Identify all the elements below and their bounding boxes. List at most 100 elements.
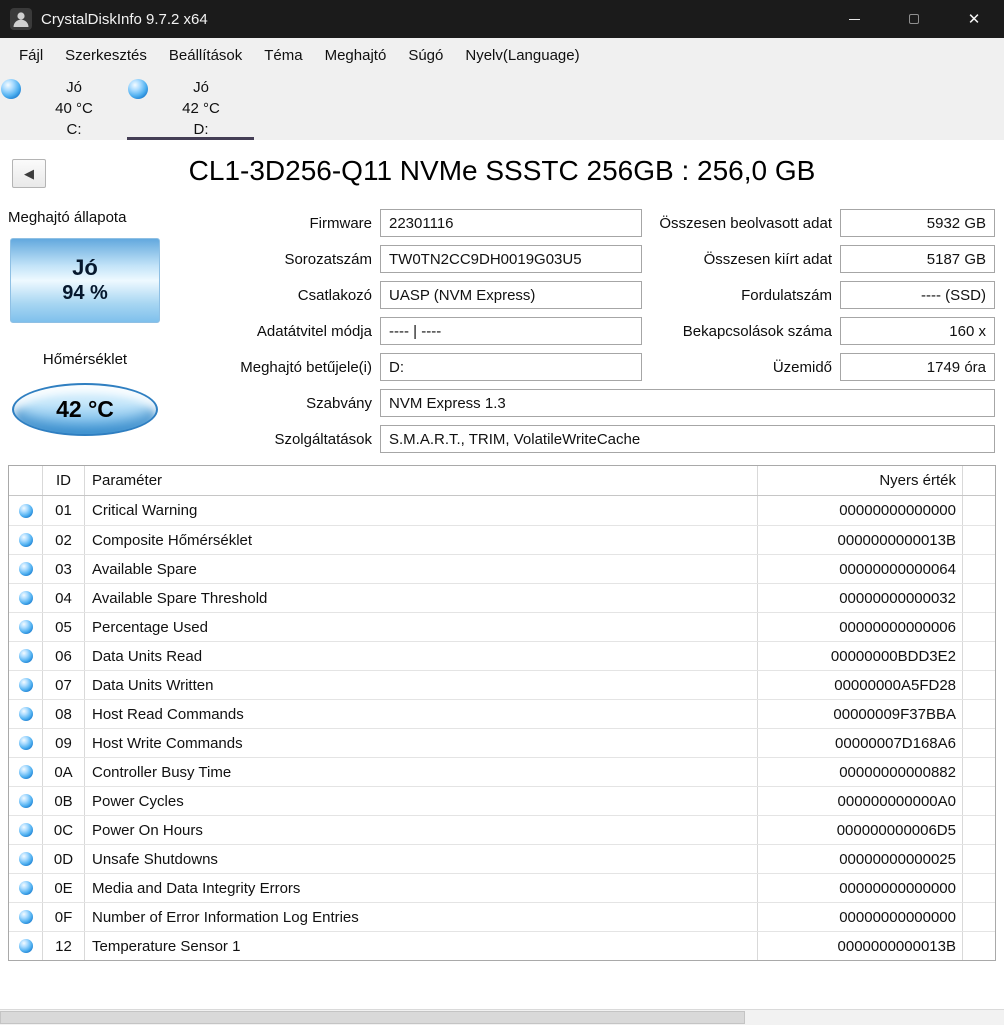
smart-table-body: 01 Critical Warning 00000000000000 02 Compos… <box>9 496 995 960</box>
close-icon: ✕ <box>967 11 981 28</box>
smart-tail-cell <box>963 700 995 728</box>
header-raw-value[interactable]: Nyers érték <box>758 466 963 495</box>
info-label-right-3: Bekapcsolások száma <box>682 322 832 340</box>
smart-id: 0F <box>43 903 85 931</box>
menu-item-1[interactable]: Fájl <box>8 38 54 72</box>
smart-id: 0A <box>43 758 85 786</box>
temperature-display: 42 °C <box>12 383 158 436</box>
smart-table-row-02[interactable]: 02 Composite Hőmérséklet 0000000000013B <box>9 525 995 554</box>
smart-table-row-08[interactable]: 08 Host Read Commands 00000009F37BBA <box>9 699 995 728</box>
good-status-icon <box>18 503 33 518</box>
smart-status-cell <box>9 845 43 873</box>
back-button[interactable]: ◀ <box>12 159 46 188</box>
info-value-right-3: 160 x <box>840 317 995 345</box>
smart-table-row-0B[interactable]: 0B Power Cycles 000000000000A0 <box>9 786 995 815</box>
smart-raw-value: 00000000000064 <box>758 555 963 583</box>
smart-status-cell <box>9 932 43 960</box>
drive-tab-text: Jó 40 °C C: <box>21 77 127 140</box>
drive-info-section: Meghajtó állapota Jó 94 % Hőmérséklet 42… <box>0 205 1004 459</box>
smart-table-row-09[interactable]: 09 Host Write Commands 00000007D168A6 <box>9 728 995 757</box>
title-bar: CrystalDiskInfo 9.7.2 x64 ✕ <box>0 0 1004 38</box>
smart-raw-value: 00000000A5FD28 <box>758 671 963 699</box>
smart-table-row-0D[interactable]: 0D Unsafe Shutdowns 00000000000025 <box>9 844 995 873</box>
smart-table-row-0F[interactable]: 0F Number of Error Information Log Entrie… <box>9 902 995 931</box>
smart-table-row-06[interactable]: 06 Data Units Read 00000000BDD3E2 <box>9 641 995 670</box>
smart-table-row-07[interactable]: 07 Data Units Written 00000000A5FD28 <box>9 670 995 699</box>
smart-id: 02 <box>43 526 85 554</box>
smart-parameter: Number of Error Information Log Entries <box>85 903 758 931</box>
smart-id: 0C <box>43 816 85 844</box>
drive-tab-temp: 42 °C <box>182 100 220 117</box>
drive-header: ◀ CL1-3D256-Q11 NVMe SSSTC 256GB : 256,0… <box>0 140 1004 205</box>
window-title: CrystalDiskInfo 9.7.2 x64 <box>41 10 208 28</box>
good-status-icon <box>18 852 33 866</box>
smart-table-row-03[interactable]: 03 Available Spare 00000000000064 <box>9 554 995 583</box>
menu-item-6[interactable]: Súgó <box>397 38 454 72</box>
info-label-left-0: Firmware <box>309 214 373 232</box>
smart-parameter: Available Spare Threshold <box>85 584 758 612</box>
smart-parameter: Media and Data Integrity Errors <box>85 874 758 902</box>
smart-table-row-04[interactable]: 04 Available Spare Threshold 0000000000003… <box>9 583 995 612</box>
menu-item-5[interactable]: Meghajtó <box>314 38 398 72</box>
menu-item-7[interactable]: Nyelv(Language) <box>454 38 590 72</box>
horizontal-scrollbar-thumb[interactable] <box>0 1011 745 1024</box>
menu-item-3[interactable]: Beállítások <box>158 38 253 72</box>
smart-tail-cell <box>963 903 995 931</box>
horizontal-scrollbar[interactable] <box>0 1009 1004 1025</box>
smart-raw-value: 000000000006D5 <box>758 816 963 844</box>
smart-table-row-0A[interactable]: 0A Controller Busy Time 00000000000882 <box>9 757 995 786</box>
smart-table-row-0E[interactable]: 0E Media and Data Integrity Errors 0000000… <box>9 873 995 902</box>
smart-raw-value: 00000000000000 <box>758 496 963 525</box>
info-label-left-4: Meghajtó betűjele(i) <box>240 358 372 376</box>
health-status-box[interactable]: Jó 94 % <box>10 238 160 323</box>
drive-good-status-icon <box>128 79 148 99</box>
smart-table-row-01[interactable]: 01 Critical Warning 00000000000000 <box>9 496 995 525</box>
smart-raw-value: 00000000BDD3E2 <box>758 642 963 670</box>
smart-tail-cell <box>963 555 995 583</box>
smart-raw-value: 00000000000025 <box>758 845 963 873</box>
smart-tail-cell <box>963 671 995 699</box>
smart-table-row-0C[interactable]: 0C Power On Hours 000000000006D5 <box>9 815 995 844</box>
smart-table-row-05[interactable]: 05 Percentage Used 00000000000006 <box>9 612 995 641</box>
good-status-icon <box>18 620 33 634</box>
menu-item-2[interactable]: Szerkesztés <box>54 38 158 72</box>
good-status-icon <box>18 765 33 779</box>
health-status-text: Jó <box>72 255 98 280</box>
smart-table-header: ID Paraméter Nyers érték <box>9 466 995 496</box>
smart-parameter: Host Write Commands <box>85 729 758 757</box>
info-value-left-2: UASP (NVM Express) <box>380 281 642 309</box>
header-id[interactable]: ID <box>43 466 85 495</box>
header-parameter[interactable]: Paraméter <box>85 466 758 495</box>
maximize-button[interactable] <box>884 0 944 38</box>
smart-status-cell <box>9 496 43 525</box>
minimize-icon <box>848 18 860 20</box>
smart-status-cell <box>9 787 43 815</box>
smart-parameter: Composite Hőmérséklet <box>85 526 758 554</box>
drive-tab-0[interactable]: Jó 40 °C C: <box>0 72 127 140</box>
drive-tab-1[interactable]: Jó 42 °C D: <box>127 72 254 140</box>
info-label-right-2: Fordulatszám <box>741 286 832 304</box>
smart-parameter: Available Spare <box>85 555 758 583</box>
smart-tail-cell <box>963 816 995 844</box>
info-label-left-6: Szolgáltatások <box>274 430 372 448</box>
good-status-icon <box>18 707 33 721</box>
minimize-button[interactable] <box>824 0 884 38</box>
smart-parameter: Data Units Written <box>85 671 758 699</box>
smart-status-cell <box>9 700 43 728</box>
smart-status-cell <box>9 874 43 902</box>
smart-raw-value: 00000000000000 <box>758 903 963 931</box>
maximize-icon <box>909 14 919 24</box>
smart-status-cell <box>9 555 43 583</box>
smart-id: 04 <box>43 584 85 612</box>
smart-parameter: Host Read Commands <box>85 700 758 728</box>
info-fields: Firmware 22301116 Összesen beolvasott adat… <box>180 205 995 457</box>
close-button[interactable]: ✕ <box>944 0 1004 38</box>
drive-tab-text: Jó 42 °C D: <box>148 77 254 140</box>
smart-status-cell <box>9 758 43 786</box>
smart-table-row-12[interactable]: 12 Temperature Sensor 1 0000000000013B <box>9 931 995 960</box>
smart-status-cell <box>9 613 43 641</box>
menu-item-4[interactable]: Téma <box>253 38 313 72</box>
smart-id: 01 <box>43 496 85 525</box>
good-status-icon <box>18 881 33 895</box>
smart-raw-value: 00000000000006 <box>758 613 963 641</box>
